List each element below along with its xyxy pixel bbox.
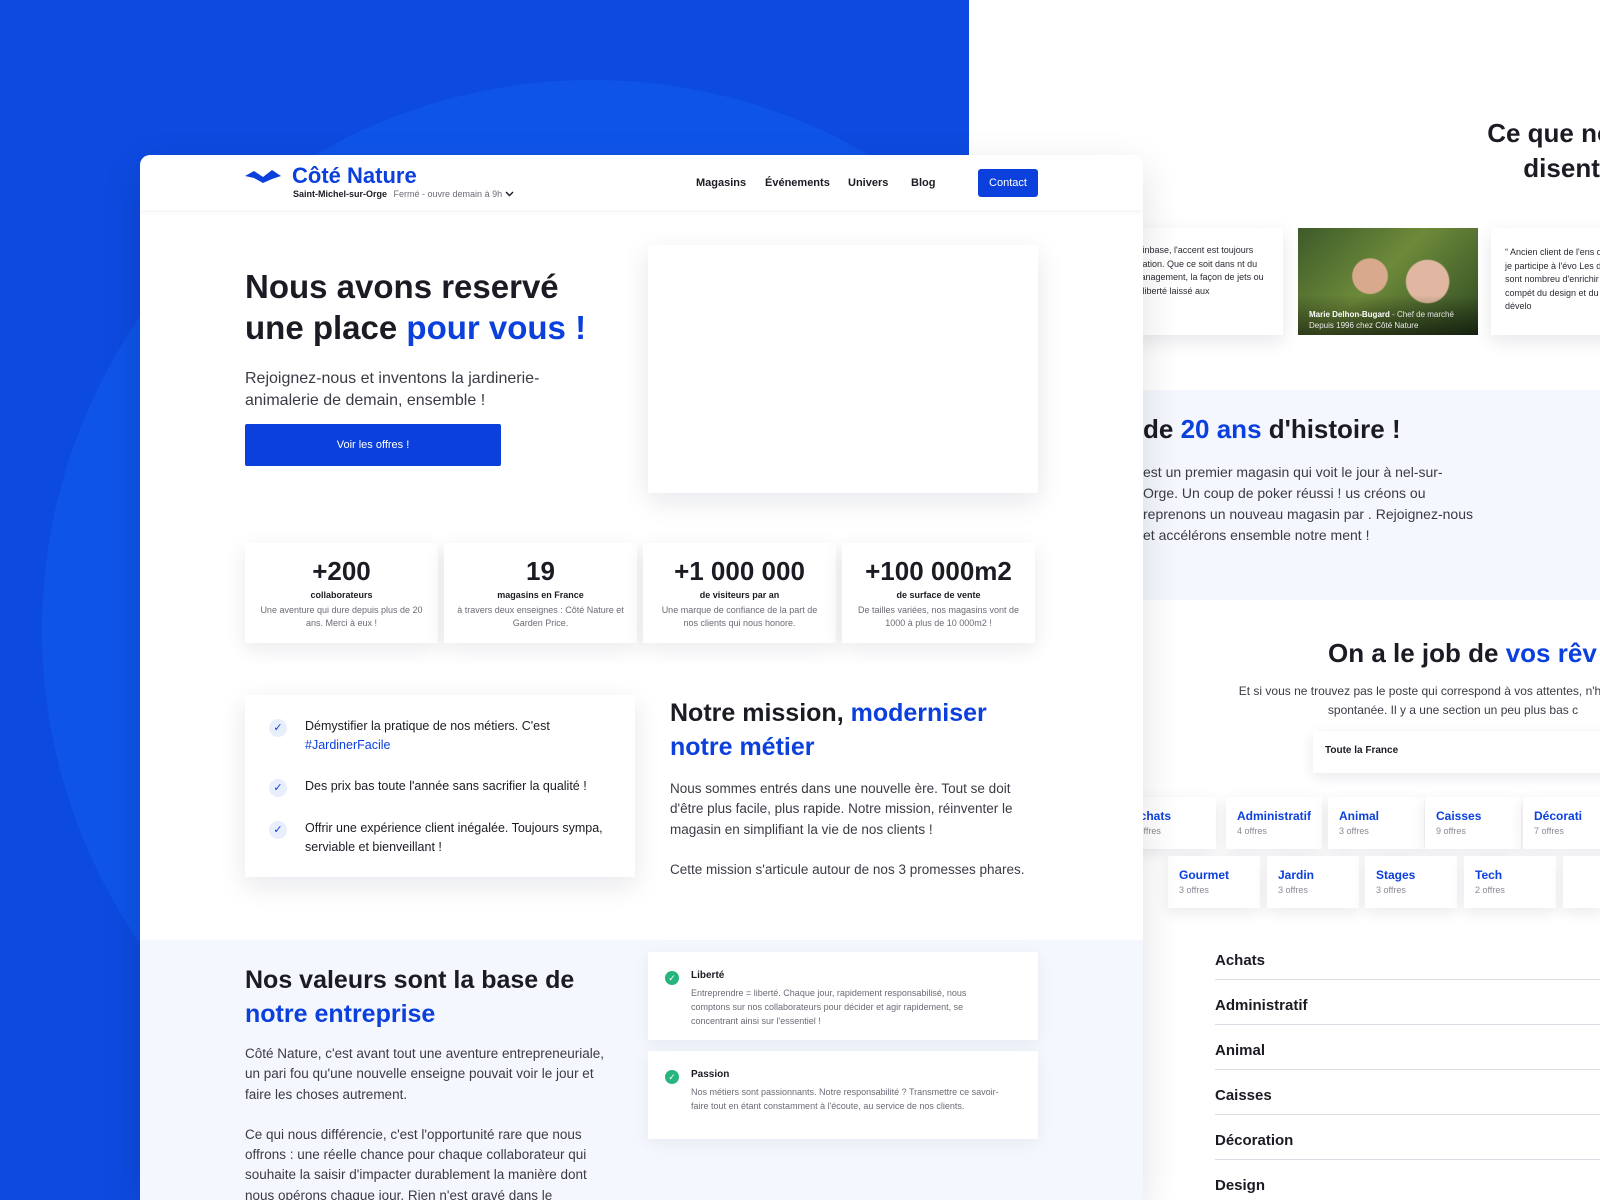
job-category-card-partial	[1563, 856, 1600, 908]
promises-card: ✓ Démystifier la pratique de nos métiers…	[245, 695, 635, 877]
check-circle-icon: ✓	[665, 971, 679, 985]
jobs-accordion: Achats Administratif Animal Caisses Déco…	[1215, 935, 1600, 1200]
stat-description: à travers deux enseignes : Côté Nature e…	[457, 604, 624, 629]
job-category-stages[interactable]: Stages 3 offres	[1365, 856, 1457, 908]
stat-label: de surface de vente	[896, 589, 981, 600]
header: Côté Nature Saint-Michel-sur-Orge Fermé …	[140, 155, 1143, 210]
testimonial-quote: “ Ancien client de l'ens que je particip…	[1505, 247, 1600, 311]
history-title: de 20 ans d'histoire !	[1143, 414, 1401, 444]
value-card-liberte: ✓ Liberté Entreprendre = liberté. Chaque…	[648, 952, 1038, 1040]
value-card-passion: ✓ Passion Nos métiers sont passionnants.…	[648, 1051, 1038, 1139]
hero-subtitle: Rejoignez-nous et inventons la jardineri…	[245, 370, 540, 409]
jobs-subtitle: Et si vous ne trouvez pas le poste qui c…	[1238, 684, 1600, 717]
testimonial-quote: coinbase, l'accent est toujours ovation.…	[1143, 245, 1264, 296]
stat-card-collaborateurs: +200 collaborateurs Une aventure qui dur…	[245, 543, 438, 643]
job-category-gourmet[interactable]: Gourmet 3 offres	[1168, 856, 1260, 908]
check-icon: ✓	[269, 821, 287, 839]
stat-value: 19	[526, 556, 555, 586]
values-text: Côté Nature, c'est avant tout une aventu…	[245, 1046, 605, 1200]
mission-text: Nous sommes entrés dans une nouvelle ère…	[670, 781, 1025, 877]
values-title: Nos valeurs sont la base de notre entrep…	[245, 966, 575, 1028]
job-category-achats[interactable]: Achats 3 offres	[1143, 797, 1216, 849]
chevron-down-icon	[505, 191, 514, 197]
stat-label: collaborateurs	[310, 589, 373, 600]
check-icon: ✓	[269, 779, 287, 797]
stat-card-magasins: 19 magasins en France à travers deux ens…	[444, 543, 637, 643]
stat-description: Une aventure qui dure depuis plus de 20 …	[260, 604, 423, 629]
value-description: Nos métiers sont passionnants. Notre res…	[691, 1087, 999, 1111]
region-select[interactable]: Toute la France	[1313, 731, 1600, 773]
brand-name[interactable]: Côté Nature	[292, 163, 417, 189]
job-category-animal[interactable]: Animal 3 offres	[1328, 797, 1424, 849]
testimonial-card: “ Ancien client de l'ens que je particip…	[1491, 228, 1600, 335]
testimonials-title: Ce que nos collaborat disent de nous !	[1487, 118, 1600, 183]
store-city: Saint-Michel-sur-Orge	[293, 189, 388, 199]
testimonial-photo[interactable]: Marie Delhon-Bugard - Chef de marché Dep…	[1298, 228, 1478, 335]
check-icon: ✓	[269, 719, 287, 737]
nav-magasins[interactable]: Magasins	[696, 177, 746, 189]
testimonial-role: - Chef de marché	[1392, 310, 1454, 319]
contact-button[interactable]: Contact	[978, 169, 1038, 197]
job-category-decoration[interactable]: Décorati 7 offres	[1523, 797, 1600, 849]
nav-evenements[interactable]: Événements	[765, 177, 830, 189]
testimonial-since: Depuis 1996 chez Côté Nature	[1309, 321, 1419, 330]
stat-value: +1 000 000	[674, 556, 805, 586]
accordion-item-design[interactable]: Design	[1215, 1160, 1600, 1200]
region-select-value: Toute la France	[1325, 745, 1399, 756]
job-category-caisses[interactable]: Caisses 9 offres	[1425, 797, 1521, 849]
testimonial-card: coinbase, l'accent est toujours ovation.…	[1143, 228, 1283, 335]
stat-value: +200	[312, 556, 371, 586]
stat-card-surface: +100 000m2 de surface de vente De taille…	[842, 543, 1035, 643]
accordion-item-caisses[interactable]: Caisses	[1215, 1070, 1600, 1115]
view-offers-button[interactable]: Voir les offres !	[245, 424, 501, 466]
history-section: de 20 ans d'histoire ! est un premier ma…	[1143, 390, 1600, 600]
promise-item: ✓ Des prix bas toute l'année sans sacrif…	[269, 777, 609, 797]
stat-label: magasins en France	[497, 589, 584, 600]
stat-description: Une marque de confiance de la part de no…	[661, 604, 818, 629]
promise-item: ✓ Démystifier la pratique de nos métiers…	[269, 717, 609, 756]
store-selector[interactable]: Saint-Michel-sur-Orge Fermé - ouvre dema…	[293, 189, 514, 199]
job-category-jardin[interactable]: Jardin 3 offres	[1267, 856, 1359, 908]
nav-blog[interactable]: Blog	[911, 177, 935, 189]
store-hours: Fermé - ouvre demain à 9h	[393, 189, 503, 199]
promise-item: ✓ Offrir une expérience client inégalée.…	[269, 819, 609, 858]
stat-label: de visiteurs par an	[699, 589, 780, 600]
hero-title: Nous avons reservé une place pour vous !	[245, 268, 587, 346]
accordion-item-administratif[interactable]: Administratif	[1215, 980, 1600, 1025]
stat-card-visiteurs: +1 000 000 de visiteurs par an Une marqu…	[643, 543, 836, 643]
accordion-item-decoration[interactable]: Décoration	[1215, 1115, 1600, 1160]
job-category-administratif[interactable]: Administratif 4 offres	[1226, 797, 1322, 849]
value-title: Passion	[691, 1069, 730, 1080]
accordion-item-animal[interactable]: Animal	[1215, 1025, 1600, 1070]
value-description: Entreprendre = liberté. Chaque jour, rap…	[691, 988, 967, 1026]
logo-icon[interactable]	[244, 167, 282, 185]
stat-value: +100 000m2	[865, 556, 1012, 586]
accordion-item-achats[interactable]: Achats	[1215, 935, 1600, 980]
stat-description: De tailles variées, nos magasins vont de…	[857, 604, 1020, 629]
history-text: est un premier magasin qui voit le jour …	[1143, 464, 1473, 543]
check-circle-icon: ✓	[665, 1070, 679, 1084]
hero-media-card[interactable]	[648, 245, 1038, 493]
mission-title: Notre mission, moderniser notre métier	[670, 699, 987, 761]
hashtag-link[interactable]: #JardinerFacile	[305, 738, 390, 752]
value-title: Liberté	[691, 970, 725, 981]
jobs-title: On a le job de vos rêv	[1328, 638, 1597, 668]
nav-univers[interactable]: Univers	[848, 177, 888, 189]
job-category-tech[interactable]: Tech 2 offres	[1464, 856, 1556, 908]
front-page-mockup: Côté Nature Saint-Michel-sur-Orge Fermé …	[140, 155, 1143, 1200]
values-section: Nos valeurs sont la base de notre entrep…	[140, 940, 1143, 1200]
back-page-mockup: Ce que nos collaborat disent de nous ! c…	[1143, 0, 1600, 1200]
testimonial-name: Marie Delhon-Bugard - Chef de marché	[1309, 310, 1454, 319]
